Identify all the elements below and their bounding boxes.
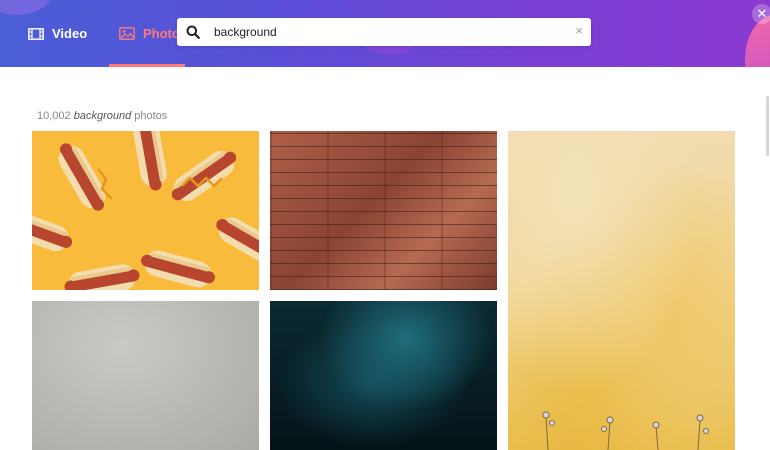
photo-tile-grey[interactable] bbox=[32, 301, 259, 450]
search-icon[interactable] bbox=[186, 25, 200, 44]
tab-photo-label: Photo bbox=[143, 26, 180, 41]
photo-tile-yellow-wall[interactable] bbox=[508, 131, 735, 450]
hotdogs-image bbox=[32, 131, 259, 290]
flowers-image bbox=[542, 411, 709, 450]
tab-video-label: Video bbox=[52, 26, 88, 41]
tab-photo[interactable]: Photo bbox=[119, 0, 180, 67]
photo-tile-teal[interactable] bbox=[270, 301, 497, 450]
search-bar: × bbox=[177, 18, 591, 46]
image-icon bbox=[119, 27, 135, 40]
photo-tile-wood[interactable] bbox=[270, 131, 497, 290]
results-count-number: 10,002 bbox=[37, 110, 71, 122]
search-input[interactable] bbox=[214, 22, 554, 42]
results-count: 10,002 background photos bbox=[37, 110, 167, 122]
results-query: background bbox=[73, 110, 132, 122]
clear-search-icon[interactable]: × bbox=[575, 23, 583, 38]
results-suffix: photos bbox=[134, 110, 168, 122]
active-tab-indicator bbox=[109, 64, 185, 67]
tab-video[interactable]: Video bbox=[28, 0, 87, 67]
photo-tile-hotdogs[interactable] bbox=[32, 131, 259, 290]
top-header: Video Photo × ✕ bbox=[0, 0, 770, 67]
scrollbar[interactable] bbox=[766, 96, 769, 156]
close-button[interactable]: ✕ bbox=[752, 4, 770, 24]
film-icon bbox=[28, 27, 44, 40]
